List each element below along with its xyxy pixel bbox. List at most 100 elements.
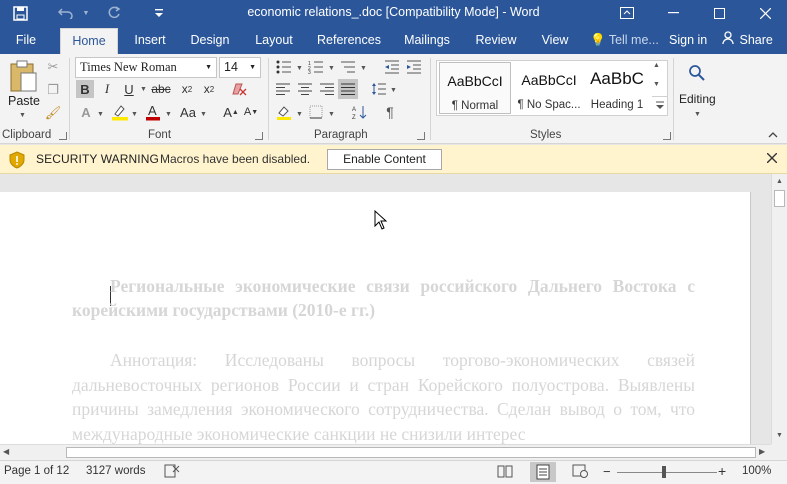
scroll-up-icon[interactable]: ▲ xyxy=(776,178,783,185)
collapse-ribbon-icon[interactable] xyxy=(768,130,778,140)
scroll-right-icon[interactable]: ▶ xyxy=(759,447,765,456)
zoom-in-icon[interactable]: + xyxy=(718,463,726,479)
horizontal-scrollbar[interactable]: ◀ ▶ xyxy=(0,444,771,460)
style-heading-1[interactable]: AaBbC Heading 1 xyxy=(581,62,653,114)
borders-dropdown-icon[interactable]: ▼ xyxy=(328,111,335,118)
font-color-dropdown-icon[interactable]: ▼ xyxy=(165,111,172,118)
underline-button[interactable]: U xyxy=(120,80,138,98)
ribbon-display-options-icon[interactable] xyxy=(604,0,650,26)
font-name-box[interactable]: Times New Roman ▼ xyxy=(75,57,217,78)
save-icon[interactable] xyxy=(8,3,32,23)
bold-button[interactable]: B xyxy=(76,80,94,98)
bullets-dropdown-icon[interactable]: ▼ xyxy=(296,65,303,72)
minimize-icon[interactable] xyxy=(650,0,696,26)
vertical-scrollbar[interactable]: ▲ ▼ xyxy=(771,174,787,444)
paste-icon[interactable] xyxy=(6,58,40,94)
zoom-out-icon[interactable]: − xyxy=(603,464,611,479)
tab-mailings[interactable]: Mailings xyxy=(396,30,458,54)
search-icon[interactable] xyxy=(683,58,711,88)
document-area[interactable]: Региональные экономические связи российс… xyxy=(0,174,771,444)
tell-me-box[interactable]: 💡 Tell me... xyxy=(590,30,659,50)
align-center-icon[interactable] xyxy=(296,80,314,98)
editing-label[interactable]: Editing xyxy=(679,92,716,106)
decrease-indent-icon[interactable] xyxy=(382,58,402,76)
maximize-icon[interactable] xyxy=(696,0,742,26)
tab-layout[interactable]: Layout xyxy=(248,30,300,54)
underline-dropdown-icon[interactable]: ▼ xyxy=(140,86,147,93)
tab-view[interactable]: View xyxy=(534,30,576,54)
highlight-dropdown-icon[interactable]: ▼ xyxy=(131,111,138,118)
page-count[interactable]: Page 1 of 12 xyxy=(4,465,69,477)
undo-icon[interactable] xyxy=(54,3,78,23)
shrink-font-icon[interactable]: A ▼ xyxy=(242,103,260,121)
font-size-dropdown-icon[interactable]: ▼ xyxy=(249,58,256,77)
style-no-spacing[interactable]: AaBbCcI ¶ No Spac... xyxy=(513,62,585,114)
show-formatting-marks-icon[interactable]: ¶ xyxy=(380,103,400,121)
styles-scroll-down-icon[interactable]: ▼ xyxy=(653,81,660,88)
multilevel-list-icon[interactable] xyxy=(338,58,358,76)
strikethrough-icon[interactable]: abc xyxy=(151,80,170,98)
change-case-button[interactable]: Aa xyxy=(178,103,198,121)
scroll-down-icon[interactable]: ▼ xyxy=(776,432,783,439)
copy-icon[interactable]: ❐ xyxy=(44,81,62,99)
cut-icon[interactable]: ✂ xyxy=(44,58,62,76)
horizontal-scroll-thumb[interactable] xyxy=(66,447,756,458)
style-normal[interactable]: AaBbCcI ¶ Normal xyxy=(439,62,511,114)
document-abstract[interactable]: Аннотация: Исследованы вопросы торгово-э… xyxy=(72,348,695,444)
enable-content-button[interactable]: Enable Content xyxy=(327,149,442,170)
font-name-dropdown-icon[interactable]: ▼ xyxy=(205,58,212,77)
font-size-box[interactable]: 14 ▼ xyxy=(219,57,261,78)
font-color-icon[interactable]: A xyxy=(144,103,162,121)
borders-icon[interactable] xyxy=(306,103,326,121)
zoom-slider-thumb[interactable] xyxy=(662,466,666,478)
redo-icon[interactable] xyxy=(104,3,124,23)
subscript-icon[interactable]: x2 xyxy=(178,80,196,98)
align-left-icon[interactable] xyxy=(274,80,292,98)
scroll-left-icon[interactable]: ◀ xyxy=(3,447,9,456)
tab-home[interactable]: Home xyxy=(60,28,118,54)
numbering-dropdown-icon[interactable]: ▼ xyxy=(328,65,335,72)
document-title[interactable]: Региональные экономические связи российс… xyxy=(72,274,695,322)
styles-more-icon[interactable] xyxy=(652,96,668,114)
close-icon[interactable] xyxy=(742,0,787,26)
shading-icon[interactable] xyxy=(274,103,294,121)
vertical-scroll-thumb[interactable] xyxy=(774,190,785,207)
bullets-icon[interactable] xyxy=(274,58,294,76)
paste-dropdown-icon[interactable]: ▼ xyxy=(19,112,26,119)
customize-quick-access-icon[interactable] xyxy=(150,3,168,23)
zoom-level[interactable]: 100% xyxy=(742,465,771,477)
tab-review[interactable]: Review xyxy=(468,30,524,54)
text-effects-dropdown-icon[interactable]: ▼ xyxy=(97,111,104,118)
clear-formatting-icon[interactable] xyxy=(230,80,248,98)
justify-icon[interactable] xyxy=(338,79,358,99)
close-warning-icon[interactable] xyxy=(766,151,778,166)
line-spacing-icon[interactable] xyxy=(370,80,388,98)
tab-insert[interactable]: Insert xyxy=(126,30,174,54)
numbering-icon[interactable]: 123 xyxy=(306,58,326,76)
font-launcher-icon[interactable] xyxy=(255,132,263,140)
superscript-icon[interactable]: x2 xyxy=(200,80,218,98)
sort-icon[interactable]: AZ xyxy=(350,103,370,121)
undo-dropdown-icon[interactable]: ▼ xyxy=(80,3,92,23)
highlight-icon[interactable] xyxy=(110,103,130,121)
word-count[interactable]: 3127 words xyxy=(86,465,145,477)
styles-scroll-up-icon[interactable]: ▲ xyxy=(653,62,660,69)
clipboard-launcher-icon[interactable] xyxy=(59,132,67,140)
tab-file[interactable]: File xyxy=(8,30,44,54)
styles-launcher-icon[interactable] xyxy=(663,132,671,140)
text-effects-icon[interactable]: A xyxy=(76,103,96,121)
change-case-dropdown-icon[interactable]: ▼ xyxy=(200,111,207,118)
tab-design[interactable]: Design xyxy=(184,30,236,54)
italic-button[interactable]: I xyxy=(98,80,116,98)
increase-indent-icon[interactable] xyxy=(404,58,424,76)
proofing-icon[interactable] xyxy=(164,464,180,481)
multilevel-dropdown-icon[interactable]: ▼ xyxy=(360,65,367,72)
paste-label[interactable]: Paste xyxy=(8,94,40,108)
print-layout-icon[interactable] xyxy=(530,462,556,482)
share-button[interactable]: Share xyxy=(722,30,773,50)
read-mode-icon[interactable] xyxy=(497,464,513,481)
shading-dropdown-icon[interactable]: ▼ xyxy=(296,111,303,118)
web-layout-icon[interactable] xyxy=(572,464,588,481)
zoom-slider-track[interactable] xyxy=(617,472,717,473)
line-spacing-dropdown-icon[interactable]: ▼ xyxy=(390,87,397,94)
